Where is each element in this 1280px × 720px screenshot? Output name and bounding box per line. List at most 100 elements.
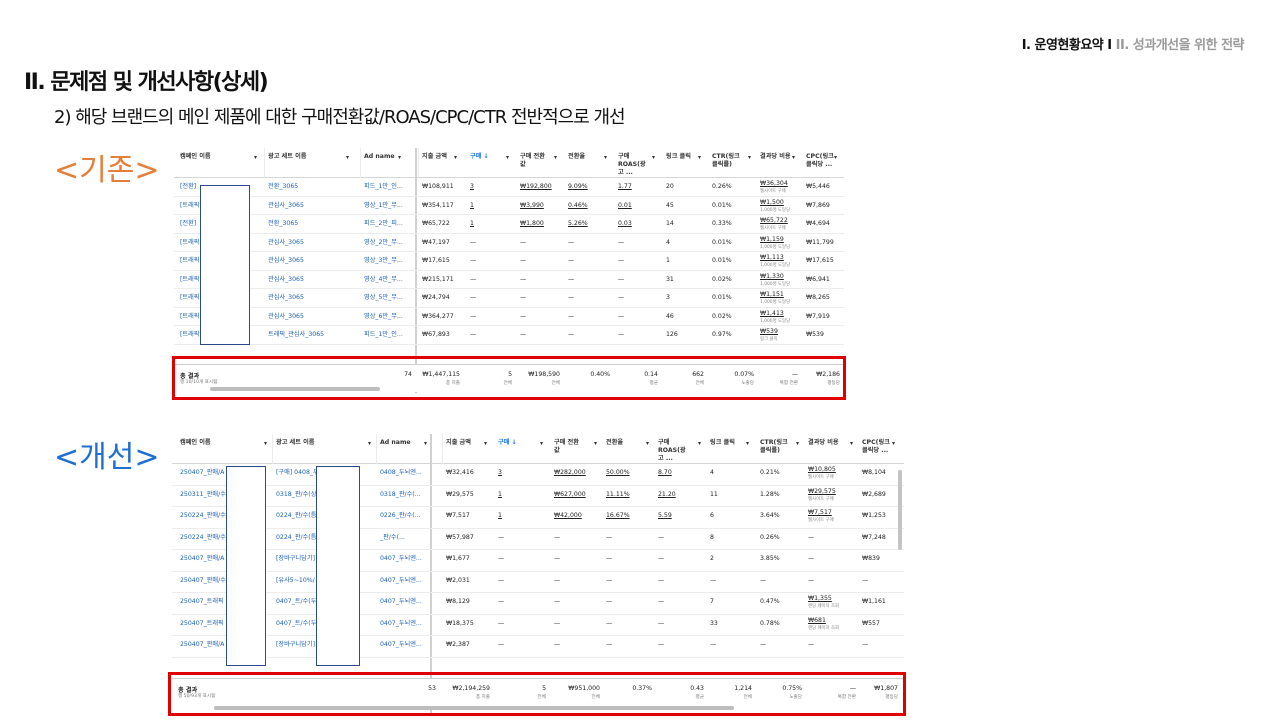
cell-cpr[interactable]: — <box>808 555 846 563</box>
cell-cvr[interactable]: — <box>568 276 600 284</box>
cell-value[interactable]: — <box>554 620 590 628</box>
cell-c1[interactable]: [트래픽 <box>180 202 200 210</box>
table-row[interactable]: [트래픽 관심사_3065 영상_3만_무... ₩17,615 — — — — 1 0.01% ₩… <box>174 252 844 271</box>
cell-c2[interactable]: [유사5~10%/ <box>276 577 315 585</box>
table-row[interactable]: [트래픽 트래픽_관심사_3065 피드_1만_인... ₩67,893 — — — — 126… <box>174 326 844 345</box>
cell-value[interactable]: — <box>520 294 550 302</box>
cell-buy[interactable]: 1 <box>470 202 502 210</box>
cell-roas[interactable]: — <box>618 239 648 247</box>
cell-c1[interactable]: 250224_판매/수 <box>180 512 226 520</box>
cell-c2[interactable]: 전환_3065 <box>268 220 298 228</box>
cell-buy[interactable]: 1 <box>498 491 536 499</box>
cell-cpr[interactable]: ₩1,413 <box>760 310 788 318</box>
cell-cvr[interactable]: 11.11% <box>606 491 642 499</box>
cell-roas[interactable]: — <box>618 331 648 339</box>
cell-c3[interactable]: 0408_두뇌엔... <box>380 469 422 477</box>
chevron-down-icon[interactable]: ▾ <box>346 154 349 161</box>
cell-roas[interactable]: 5.59 <box>658 512 694 520</box>
cell-buy[interactable]: — <box>498 577 536 585</box>
cell-c1[interactable]: [트래픽 <box>180 276 200 284</box>
cell-c2[interactable]: [장바구니담기] <box>276 641 315 649</box>
table-row[interactable]: [트래픽 관심사_3065 영상_5만_무... ₩24,794 — — — — 3 0.01% ₩… <box>174 289 844 308</box>
cell-value[interactable]: — <box>554 577 590 585</box>
cell-c1[interactable]: [전환] <box>180 220 196 228</box>
cell-cpr[interactable]: ₩1,355 <box>808 595 846 603</box>
cell-cpr[interactable]: ₩681 <box>808 617 846 625</box>
table-row[interactable]: 250224_판매/수 0224_판/수(틈 _판/수(... ₩57,987 — — — —… <box>172 529 904 550</box>
cell-c3[interactable]: 피드_2만_피... <box>364 220 403 228</box>
cell-roas[interactable]: 0.01 <box>618 202 648 210</box>
table-row[interactable]: [전환] 전환_3065 피드_1만_인... ₩108,911 3 ₩192,800 9.… <box>174 178 844 197</box>
cell-cvr[interactable]: — <box>568 331 600 339</box>
cell-c2[interactable]: [구매] 0408_두 <box>276 469 319 477</box>
cell-cvr[interactable]: — <box>568 294 600 302</box>
cell-roas[interactable]: — <box>658 598 694 606</box>
cell-c2[interactable]: 0407_트/수(두 <box>276 598 316 606</box>
chevron-down-icon[interactable]: ▾ <box>746 440 749 447</box>
cell-cvr[interactable]: 50.00% <box>606 469 642 477</box>
cell-c2[interactable]: 트래픽_관심사_3065 <box>268 331 324 339</box>
cell-c1[interactable]: 250407_판매/A <box>180 469 224 477</box>
chevron-down-icon[interactable]: ▾ <box>454 154 457 161</box>
chevron-down-icon[interactable]: ▾ <box>698 440 701 447</box>
cell-c3[interactable]: 0407_두뇌엔... <box>380 555 422 563</box>
header-roas[interactable]: 구매 ROAS(광고 ... <box>618 153 646 177</box>
cell-c2[interactable]: 관심사_3065 <box>268 239 304 247</box>
cell-buy[interactable]: — <box>498 641 536 649</box>
cell-cpr[interactable]: — <box>808 577 846 585</box>
chevron-down-icon[interactable]: ▾ <box>554 154 557 161</box>
cell-roas[interactable]: 1.77 <box>618 183 648 191</box>
cell-c3[interactable]: 0407_두뇌엔... <box>380 641 422 649</box>
chevron-down-icon[interactable]: ▾ <box>748 154 751 161</box>
chevron-down-icon[interactable]: ▾ <box>698 154 701 161</box>
cell-cvr[interactable]: 9.09% <box>568 183 600 191</box>
cell-value[interactable]: — <box>520 257 550 265</box>
cell-c2[interactable]: 관심사_3065 <box>268 257 304 265</box>
header-purchase-value[interactable]: 구매 전환값 <box>520 153 550 169</box>
header-cpc[interactable]: CPC(링크 클릭당 ... <box>862 439 892 455</box>
header-ctr[interactable]: CTR(링크 클릭률) <box>760 439 790 455</box>
cell-value[interactable]: ₩192,800 <box>520 183 552 191</box>
cell-c1[interactable]: 250407_트래픽 <box>180 620 224 628</box>
table-row[interactable]: [트래픽 관심사_3065 영상_6만_무... ₩364,277 — — — — 46 0.02… <box>174 308 844 326</box>
chevron-down-icon[interactable]: ▾ <box>892 440 895 447</box>
cell-c3[interactable]: 영상_1만_무... <box>364 202 403 210</box>
header-cost-per-result[interactable]: 결과당 비용 <box>808 439 842 447</box>
cell-value[interactable]: — <box>554 641 590 649</box>
cell-c1[interactable]: [트래픽 <box>180 313 200 321</box>
cell-c1[interactable]: [트래픽 <box>180 239 200 247</box>
cell-cpr[interactable]: ₩539 <box>760 328 788 336</box>
cell-roas[interactable]: — <box>618 257 648 265</box>
header-cost-per-result[interactable]: 결과당 비용 <box>760 153 794 161</box>
cell-roas[interactable]: 0.03 <box>618 220 648 228</box>
header-conversion-rate[interactable]: 전환율 <box>606 439 636 447</box>
cell-buy[interactable]: — <box>470 313 502 321</box>
chevron-down-icon[interactable]: ▾ <box>254 154 257 161</box>
cell-cpr[interactable]: ₩1,113 <box>760 254 788 262</box>
cell-cvr[interactable]: — <box>606 598 642 606</box>
cell-c3[interactable]: 0318_판/수(... <box>380 491 421 499</box>
cell-value[interactable]: ₩627,000 <box>554 491 590 499</box>
cell-cvr[interactable]: 16.67% <box>606 512 642 520</box>
header-roas[interactable]: 구매 ROAS(광고 ... <box>658 439 686 463</box>
header-conversion-rate[interactable]: 전환율 <box>568 153 598 161</box>
cell-cvr[interactable]: — <box>606 534 642 542</box>
cell-cvr[interactable]: — <box>568 239 600 247</box>
table-row[interactable]: 250224_판매/수 0224_판/수(틈 0226_판/수(... ₩7,517 1… <box>172 507 904 529</box>
cell-c2[interactable]: 관심사_3065 <box>268 276 304 284</box>
cell-c3[interactable]: 0407_두뇌엔... <box>380 598 422 606</box>
cell-value[interactable]: — <box>520 276 550 284</box>
cell-cpr[interactable]: ₩65,722 <box>760 217 788 225</box>
chevron-down-icon[interactable]: ▾ <box>484 440 487 447</box>
cell-cvr[interactable]: — <box>568 313 600 321</box>
cell-roas[interactable]: — <box>618 294 648 302</box>
header-ad-name[interactable]: Ad name <box>380 439 420 447</box>
cell-c2[interactable]: 관심사_3065 <box>268 294 304 302</box>
cell-c3[interactable]: 피드_1만_인... <box>364 331 403 339</box>
cell-cvr[interactable]: 0.46% <box>568 202 600 210</box>
table-row[interactable]: 250311_판매/수 0318_판/수(상 0318_판/수(... ₩29,575… <box>172 486 904 507</box>
cell-c3[interactable]: 피드_1만_인... <box>364 183 403 191</box>
cell-value[interactable]: — <box>554 555 590 563</box>
cell-value[interactable]: — <box>520 331 550 339</box>
cell-value[interactable]: — <box>520 313 550 321</box>
